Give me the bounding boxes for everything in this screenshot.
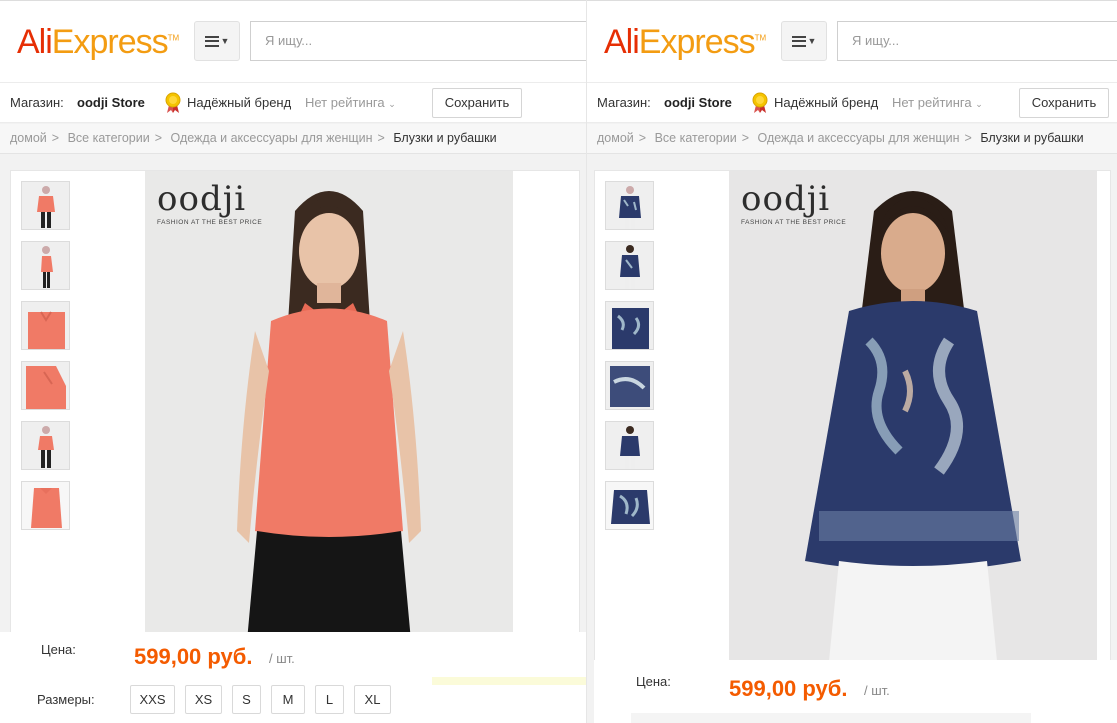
site-header: AliExpressTM ▼ Я ищу... [587, 0, 1117, 82]
thumbnail-6[interactable] [605, 481, 654, 530]
product-main-image[interactable]: oodji FASHION AT THE BEST PRICE [145, 171, 513, 641]
site-header: AliExpressTM ▼ Я ищу... [0, 0, 586, 82]
categories-menu-button[interactable]: ▼ [194, 21, 240, 61]
thumbnail-6[interactable] [21, 481, 70, 530]
price-unit: / шт. [269, 651, 295, 666]
breadcrumb-home[interactable]: домой [597, 131, 634, 145]
hamburger-icon [791, 35, 806, 47]
store-name-link[interactable]: oodji Store [77, 95, 145, 110]
price-section: Цена: 599,00 руб. / шт. [594, 660, 1117, 723]
breadcrumb-womens-clothing[interactable]: Одежда и аксессуары для женщин [758, 131, 960, 145]
save-store-button[interactable]: Сохранить [432, 88, 522, 118]
sizes-label: Размеры: [37, 692, 95, 707]
price-unit: / шт. [864, 683, 890, 698]
medal-icon [165, 92, 181, 113]
breadcrumb: домой > Все категории > Одежда и аксессуар… [0, 124, 586, 154]
hamburger-icon [204, 35, 219, 47]
product-window-left: AliExpressTM ▼ Я ищу... Магазин: oodji S… [0, 0, 586, 723]
thumbnail-4[interactable] [605, 361, 654, 410]
size-option-xs[interactable]: XS [185, 685, 222, 714]
breadcrumb-all-categories[interactable]: Все категории [655, 131, 737, 145]
brand-tagline: FASHION AT THE BEST PRICE [741, 219, 847, 226]
product-window-right: AliExpressTM ▼ Я ищу... Магазин: oodji S… [586, 0, 1117, 723]
product-gallery: oodji FASHION AT THE BEST PRICE [10, 170, 580, 641]
thumbnail-5[interactable] [605, 421, 654, 470]
categories-menu-button[interactable]: ▼ [781, 21, 827, 61]
size-option-s[interactable]: S [232, 685, 261, 714]
price-label: Цена: [636, 674, 671, 689]
store-label: Магазин: [597, 95, 651, 110]
thumbnail-1[interactable] [605, 181, 654, 230]
medal-icon [752, 92, 768, 113]
size-option-xxs[interactable]: XXS [130, 685, 175, 714]
product-main-image[interactable]: oodji FASHION AT THE BEST PRICE [729, 171, 1097, 661]
breadcrumb-womens-clothing[interactable]: Одежда и аксессуары для женщин [171, 131, 373, 145]
thumbnail-4[interactable] [21, 361, 70, 410]
price-value: 599,00 руб. [729, 676, 848, 701]
thumbnail-3[interactable] [21, 301, 70, 350]
product-gallery: oodji FASHION AT THE BEST PRICE [594, 170, 1111, 670]
thumbnail-2[interactable] [21, 241, 70, 290]
brand-logo: oodji [157, 179, 247, 219]
breadcrumb-current: Блузки и рубашки [980, 131, 1084, 145]
price-section: Цена: 599,00 руб. / шт. Размеры: XXS XS … [0, 632, 586, 723]
size-option-xl[interactable]: XL [354, 685, 391, 714]
rating-dropdown[interactable]: Нет рейтинга ⌄ [892, 95, 983, 110]
thumbnail-2[interactable] [605, 241, 654, 290]
price-label: Цена: [41, 642, 76, 657]
chevron-down-icon: ⌄ [975, 99, 983, 109]
store-bar: Магазин: oodji Store Надёжный бренд Нет … [0, 82, 586, 123]
store-bar: Магазин: oodji Store Надёжный бренд Нет … [587, 82, 1117, 123]
aliexpress-logo[interactable]: AliExpressTM [17, 23, 179, 62]
trusted-brand-badge: Надёжный бренд [187, 95, 292, 110]
size-option-m[interactable]: M [271, 685, 305, 714]
trusted-brand-badge: Надёжный бренд [774, 95, 879, 110]
save-store-button[interactable]: Сохранить [1019, 88, 1109, 118]
breadcrumb-current: Блузки и рубашки [393, 131, 497, 145]
caret-down-icon: ▼ [807, 36, 817, 46]
size-option-l[interactable]: L [315, 685, 344, 714]
aliexpress-logo[interactable]: AliExpressTM [604, 23, 766, 62]
brand-tagline: FASHION AT THE BEST PRICE [157, 219, 263, 226]
caret-down-icon: ▼ [220, 36, 230, 46]
search-input[interactable]: Я ищу... [250, 21, 586, 61]
chevron-down-icon: ⌄ [388, 99, 396, 109]
rating-dropdown[interactable]: Нет рейтинга ⌄ [305, 95, 396, 110]
store-name-link[interactable]: oodji Store [664, 95, 732, 110]
breadcrumb-home[interactable]: домой [10, 131, 47, 145]
breadcrumb-all-categories[interactable]: Все категории [68, 131, 150, 145]
store-label: Магазин: [10, 95, 64, 110]
price-value: 599,00 руб. [134, 644, 253, 669]
thumbnail-1[interactable] [21, 181, 70, 230]
thumbnail-3[interactable] [605, 301, 654, 350]
brand-logo: oodji [741, 179, 831, 219]
search-input[interactable]: Я ищу... [837, 21, 1117, 61]
thumbnail-5[interactable] [21, 421, 70, 470]
breadcrumb: домой > Все категории > Одежда и аксессуар… [587, 124, 1117, 154]
